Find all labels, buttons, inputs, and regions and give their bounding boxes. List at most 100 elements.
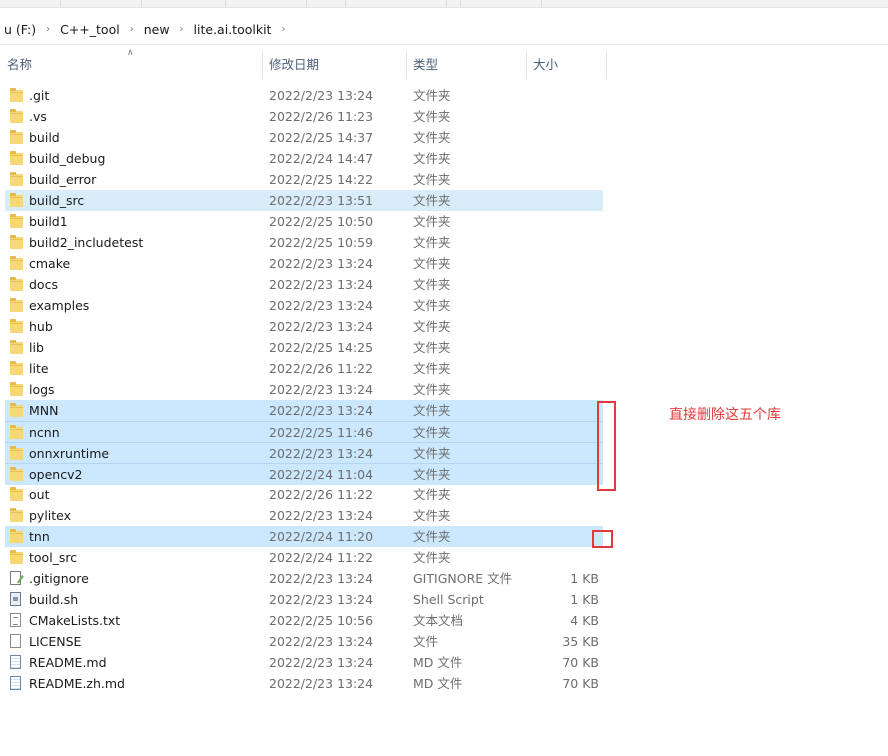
file-name: onnxruntime: [29, 446, 110, 461]
ribbon-button[interactable]: [345, 0, 447, 7]
file-size: 1 KB: [570, 571, 599, 586]
file-row[interactable]: .gitignore 2022/2/23 13:24 GITIGNORE 文件 1 K…: [5, 568, 603, 589]
file-size: 70 KB: [562, 676, 599, 691]
file-row[interactable]: logs 2022/2/23 13:24 文件夹: [5, 379, 603, 400]
chevron-right-icon[interactable]: ›: [124, 24, 140, 35]
file-row[interactable]: build 2022/2/25 14:37 文件夹: [5, 127, 603, 148]
folder-icon: [10, 425, 23, 439]
file-name: cmake: [29, 256, 71, 271]
file-date: 2022/2/25 10:56: [269, 613, 374, 628]
column-header-bar: ∧ 名称 修改日期 类型 大小: [0, 47, 888, 83]
chevron-right-icon[interactable]: ›: [40, 24, 56, 35]
file-row[interactable]: build_src 2022/2/23 13:51 文件夹: [5, 190, 603, 211]
file-row[interactable]: .git 2022/2/23 13:24 文件夹: [5, 85, 603, 106]
breadcrumb-new[interactable]: new: [140, 22, 174, 37]
file-date: 2022/2/26 11:23: [269, 109, 374, 124]
file-date: 2022/2/25 11:46: [269, 425, 374, 440]
chevron-right-icon[interactable]: ›: [174, 24, 190, 35]
file-icon: [10, 634, 21, 648]
folder-icon: [10, 256, 23, 270]
file-row[interactable]: tool_src 2022/2/24 11:22 文件夹: [5, 547, 603, 568]
file-date: 2022/2/23 13:24: [269, 88, 374, 103]
file-type: 文件夹: [413, 340, 451, 355]
file-row[interactable]: CMakeLists.txt 2022/2/25 10:56 文本文档 4 KB: [5, 610, 603, 631]
file-date: 2022/2/24 11:22: [269, 550, 374, 565]
file-type: 文件夹: [413, 130, 451, 145]
file-row[interactable]: lite 2022/2/26 11:22 文件夹: [5, 358, 603, 379]
breadcrumb: u (F:) › C++_tool › new › lite.ai.toolki…: [0, 14, 291, 44]
file-type: 文件夹: [413, 446, 451, 461]
folder-icon: [10, 550, 23, 564]
file-name: build1: [29, 214, 68, 229]
file-type: 文件夹: [413, 256, 451, 271]
file-type: 文件夹: [413, 298, 451, 313]
file-row[interactable]: LICENSE 2022/2/23 13:24 文件 35 KB: [5, 631, 603, 652]
file-type: 文件夹: [413, 425, 451, 440]
file-date: 2022/2/23 13:24: [269, 655, 374, 670]
file-row[interactable]: onnxruntime 2022/2/23 13:24 文件夹: [5, 442, 603, 464]
breadcrumb-cpp-tool[interactable]: C++_tool: [56, 22, 124, 37]
file-type: 文本文档: [413, 613, 464, 628]
file-name: CMakeLists.txt: [29, 613, 121, 628]
file-date: 2022/2/26 11:22: [269, 361, 374, 376]
column-header-type[interactable]: 类型: [406, 47, 526, 83]
file-date: 2022/2/23 13:24: [269, 508, 374, 523]
file-date: 2022/2/23 13:24: [269, 256, 374, 271]
ribbon-button[interactable]: [460, 0, 542, 7]
chevron-right-icon[interactable]: ›: [275, 24, 291, 35]
file-row[interactable]: lib 2022/2/25 14:25 文件夹: [5, 337, 603, 358]
file-type: 文件夹: [413, 467, 451, 482]
file-row[interactable]: pylitex 2022/2/23 13:24 文件夹: [5, 505, 603, 526]
folder-icon: [10, 109, 23, 123]
file-row[interactable]: README.md 2022/2/23 13:24 MD 文件 70 KB: [5, 652, 603, 673]
file-row[interactable]: build2_includetest 2022/2/25 10:59 文件夹: [5, 232, 603, 253]
file-size: 4 KB: [570, 613, 599, 628]
file-size: 70 KB: [562, 655, 599, 670]
file-name: build: [29, 130, 60, 145]
ribbon-button[interactable]: [60, 0, 142, 7]
file-row[interactable]: hub 2022/2/23 13:24 文件夹: [5, 316, 603, 337]
column-divider[interactable]: [606, 51, 607, 79]
column-header-name[interactable]: 名称: [0, 47, 262, 83]
file-row[interactable]: build_error 2022/2/25 14:22 文件夹: [5, 169, 603, 190]
file-date: 2022/2/24 11:20: [269, 529, 374, 544]
file-row[interactable]: opencv2 2022/2/24 11:04 文件夹: [5, 463, 603, 485]
address-bar[interactable]: u (F:) › C++_tool › new › lite.ai.toolki…: [0, 14, 888, 45]
file-row[interactable]: MNN 2022/2/23 13:24 文件夹: [5, 400, 603, 421]
file-date: 2022/2/23 13:24: [269, 298, 374, 313]
file-size: 1 KB: [570, 592, 599, 607]
file-date: 2022/2/24 14:47: [269, 151, 374, 166]
file-name: build_src: [29, 193, 85, 208]
file-type: MD 文件: [413, 676, 463, 691]
breadcrumb-drive[interactable]: u (F:): [0, 22, 40, 37]
folder-icon: [10, 446, 23, 460]
file-row[interactable]: out 2022/2/26 11:22 文件夹: [5, 484, 603, 505]
file-row[interactable]: build.sh 2022/2/23 13:24 Shell Script 1 KB: [5, 589, 603, 610]
file-row[interactable]: build1 2022/2/25 10:50 文件夹: [5, 211, 603, 232]
file-row[interactable]: build_debug 2022/2/24 14:47 文件夹: [5, 148, 603, 169]
folder-icon: [10, 130, 23, 144]
file-row[interactable]: cmake 2022/2/23 13:24 文件夹: [5, 253, 603, 274]
file-date: 2022/2/23 13:24: [269, 676, 374, 691]
folder-icon: [10, 467, 23, 481]
file-row[interactable]: .vs 2022/2/26 11:23 文件夹: [5, 106, 603, 127]
file-row[interactable]: README.zh.md 2022/2/23 13:24 MD 文件 70 KB: [5, 673, 603, 694]
file-row[interactable]: ncnn 2022/2/25 11:46 文件夹: [5, 421, 603, 443]
folder-icon: [10, 340, 23, 354]
file-name: opencv2: [29, 467, 83, 482]
ribbon-button[interactable]: [225, 0, 307, 7]
file-type: 文件夹: [413, 109, 451, 124]
column-header-size[interactable]: 大小: [526, 47, 606, 83]
file-type: 文件夹: [413, 172, 451, 187]
file-row[interactable]: docs 2022/2/23 13:24 文件夹: [5, 274, 603, 295]
file-name: docs: [29, 277, 58, 292]
file-date: 2022/2/23 13:24: [269, 403, 374, 418]
breadcrumb-lite-ai-toolkit[interactable]: lite.ai.toolkit: [190, 22, 276, 37]
file-row[interactable]: tnn 2022/2/24 11:20 文件夹: [5, 526, 603, 547]
file-name: build_error: [29, 172, 97, 187]
file-row[interactable]: examples 2022/2/23 13:24 文件夹: [5, 295, 603, 316]
file-name: examples: [29, 298, 90, 313]
file-type: 文件: [413, 634, 439, 649]
column-header-date[interactable]: 修改日期: [262, 47, 406, 83]
folder-icon: [10, 298, 23, 312]
